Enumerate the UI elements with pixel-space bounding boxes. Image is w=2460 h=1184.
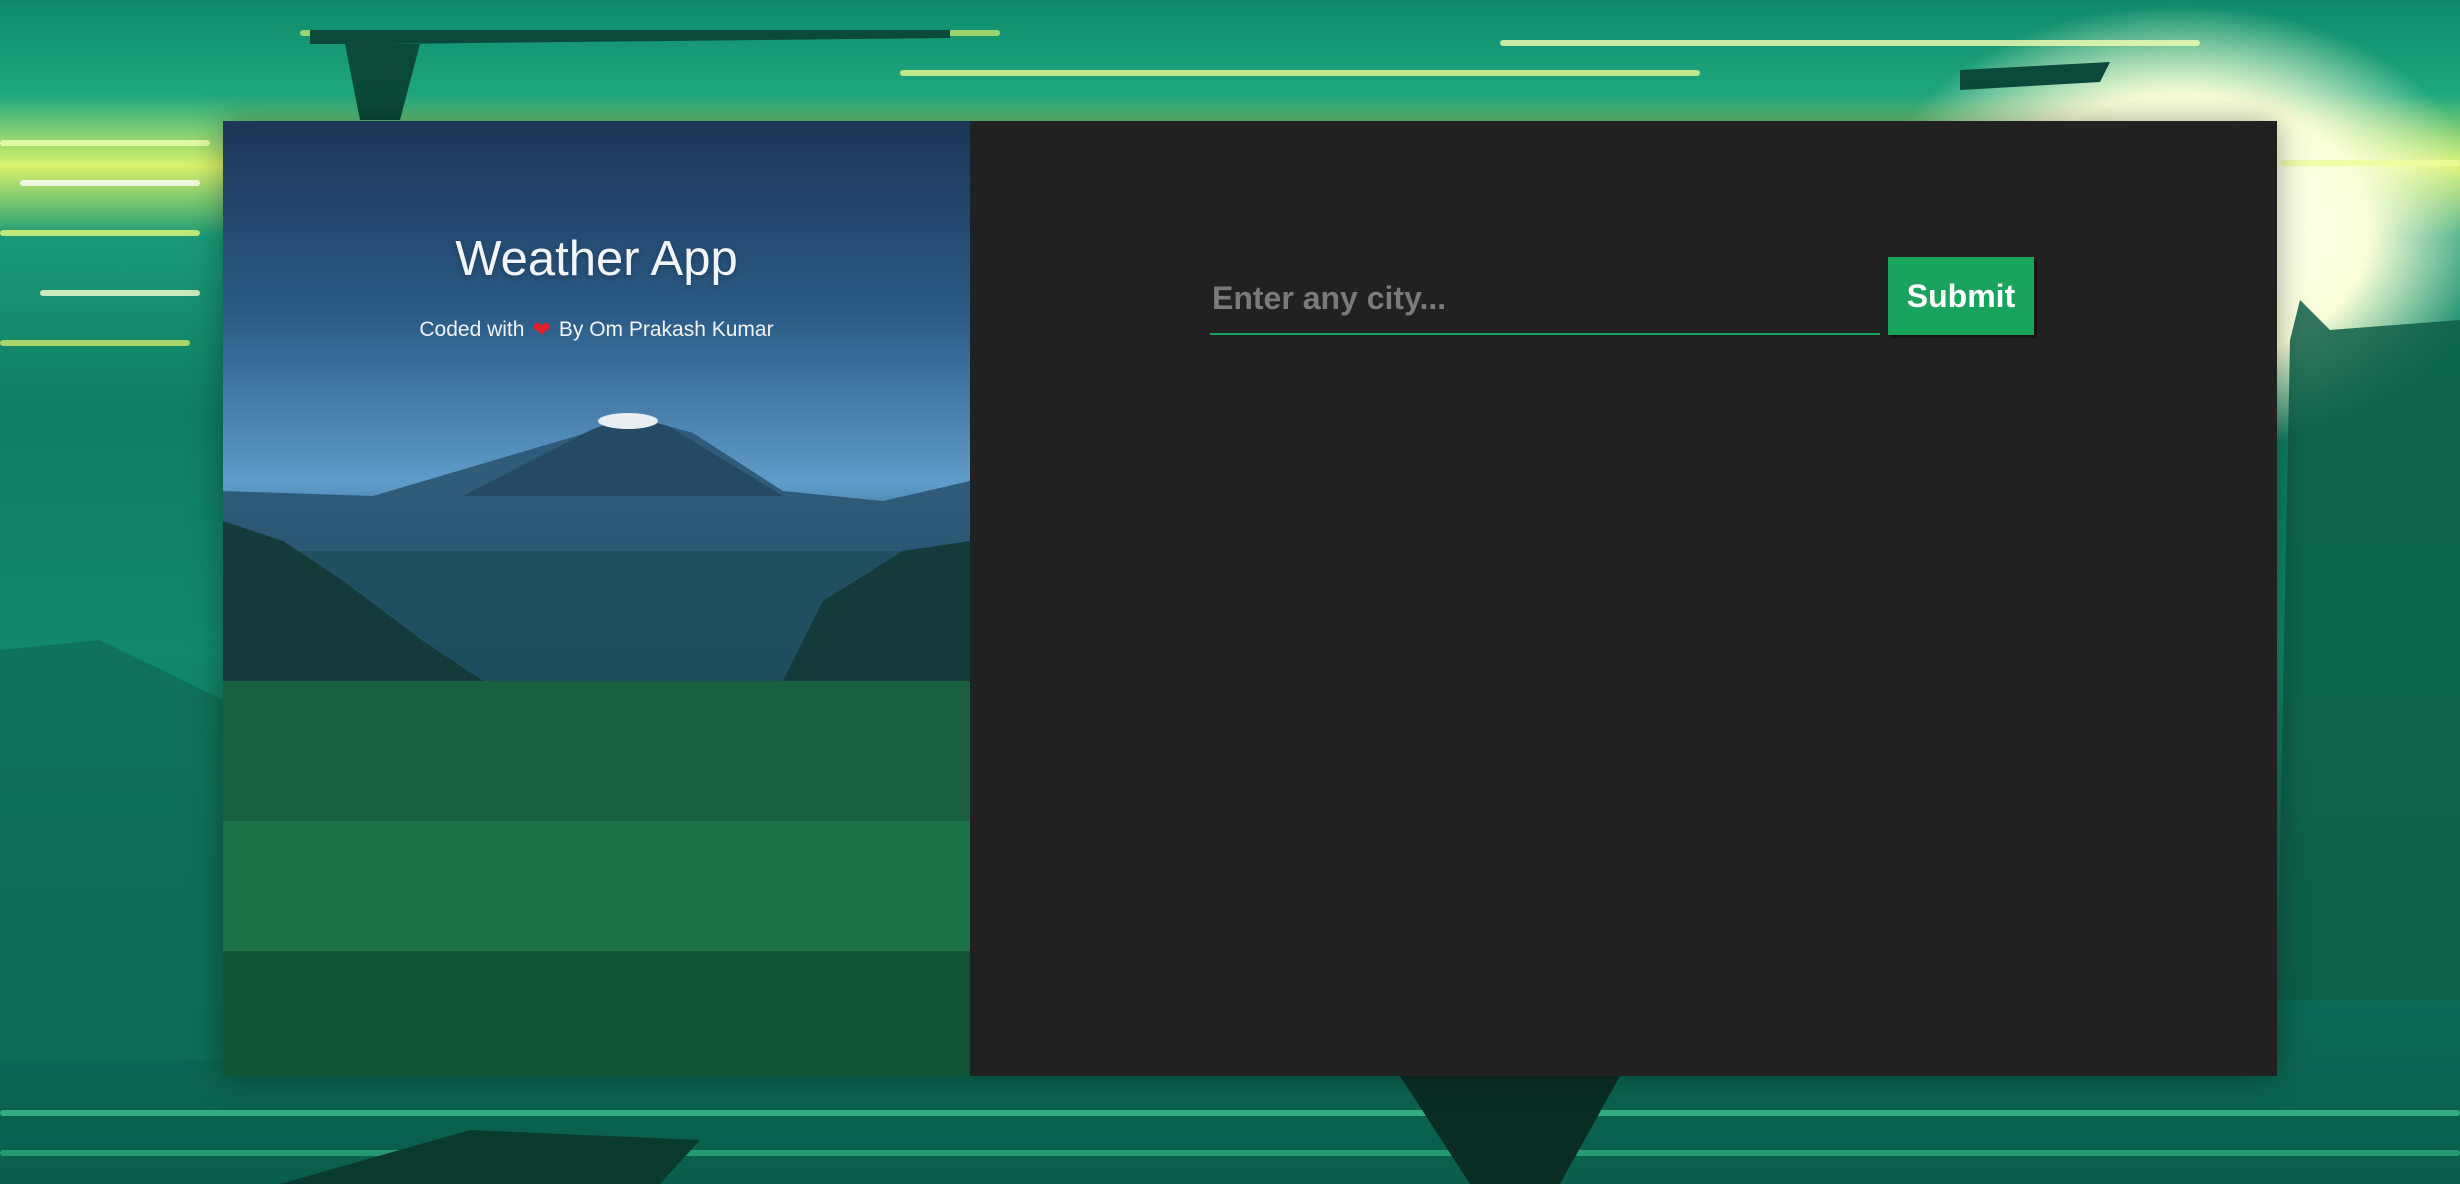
city-search-form: Submit xyxy=(1210,257,2034,335)
hero-panel: Weather App Coded with ❤ By Om Prakash Kum… xyxy=(223,121,970,1076)
app-credit: Coded with ❤ By Om Prakash Kumar xyxy=(223,317,970,343)
heart-icon: ❤ xyxy=(532,317,551,342)
city-search-input[interactable] xyxy=(1210,263,1880,335)
submit-button[interactable]: Submit xyxy=(1888,257,2034,335)
app-title: Weather App xyxy=(455,232,738,286)
credit-author: By Om Prakash Kumar xyxy=(558,318,774,341)
credit-prefix: Coded with xyxy=(419,318,525,341)
